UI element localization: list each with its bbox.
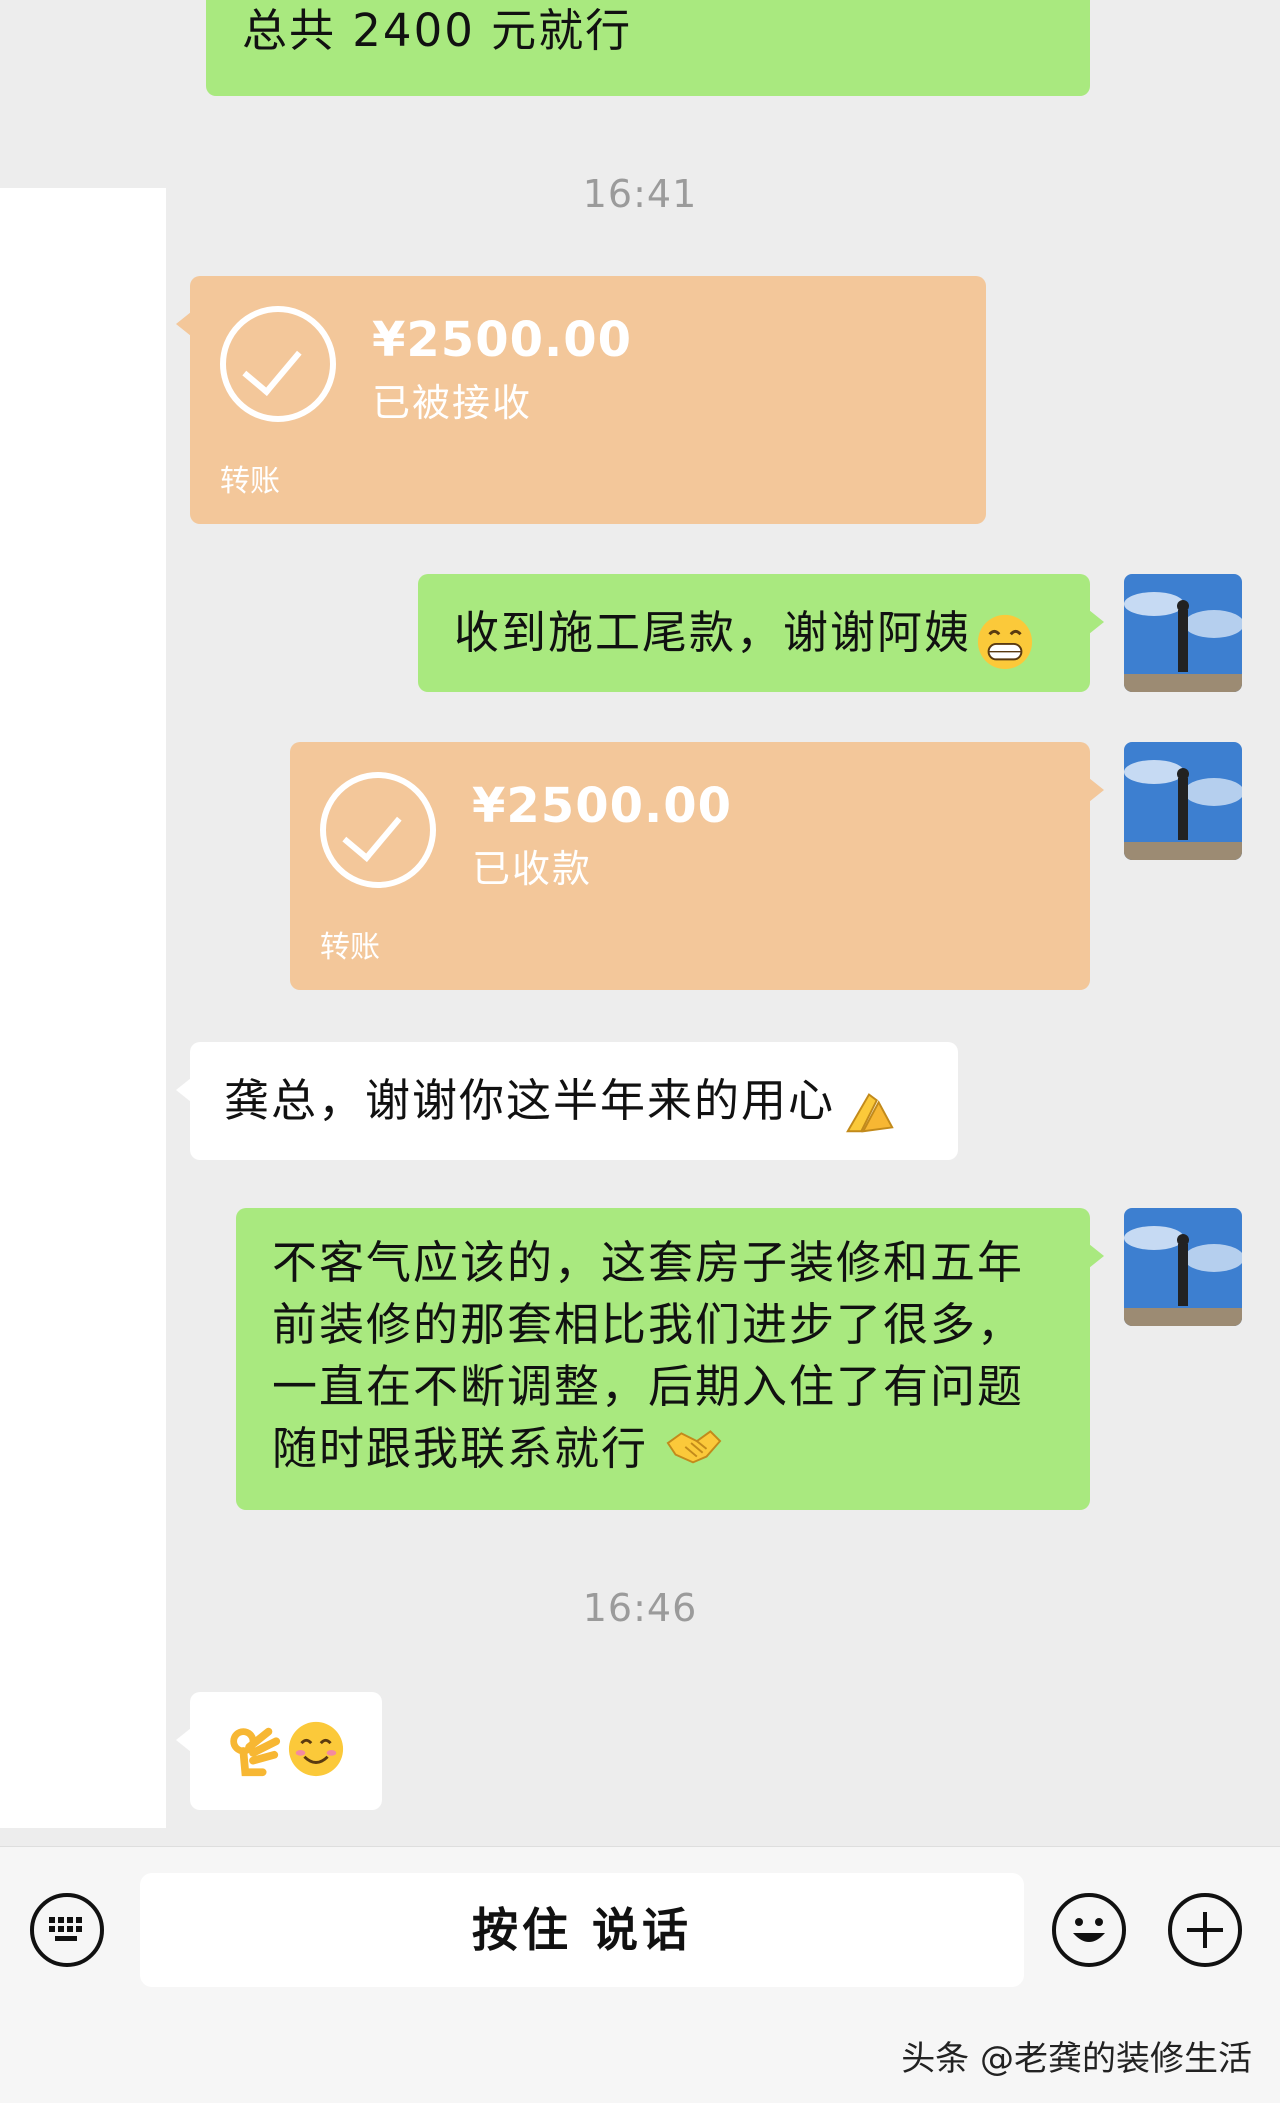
transfer-amount: ¥2500.00 — [372, 312, 633, 368]
handshake-emoji-icon — [664, 1419, 722, 1485]
transfer-label: 转账 — [320, 930, 380, 965]
avatar[interactable] — [1124, 1208, 1242, 1326]
check-circle-icon — [320, 772, 436, 888]
message-text: 收到施工尾款，谢谢阿姨 — [454, 606, 972, 659]
add-plus-icon[interactable] — [1168, 1893, 1242, 1967]
emoji-face-icon[interactable] — [1052, 1893, 1126, 1967]
transfer-status: 已收款 — [472, 847, 593, 891]
message-text: 总共 2400 元就行 — [242, 4, 633, 57]
transfer-status: 已被接收 — [372, 381, 533, 425]
ok-hand-emoji-icon — [224, 1720, 282, 1782]
message-bubble-received[interactable]: 龚总，谢谢你这半年来的用心 — [176, 1042, 958, 1160]
timestamp: 16:41 — [582, 172, 698, 216]
message-bubble-received[interactable] — [176, 1692, 382, 1810]
keyboard-icon[interactable] — [30, 1893, 104, 1967]
smile-emoji-icon — [287, 1720, 345, 1782]
input-bar: 按住 说话 头条 @老龚的装修生活 — [0, 1846, 1280, 2103]
grin-emoji-icon — [976, 613, 1034, 675]
left-panel-strip — [0, 188, 166, 1828]
transfer-label: 转账 — [220, 464, 280, 499]
message-bubble-sent[interactable]: 不客气应该的，这套房子装修和五年前装修的那套相比我们进步了很多，一直在不断调整，… — [236, 1208, 1104, 1510]
transfer-card-received[interactable]: ¥2500.00 已被接收 转账 — [176, 276, 986, 524]
message-bubble-sent[interactable]: 收到施工尾款，谢谢阿姨 — [418, 574, 1104, 692]
message-text: 不客气应该的，这套房子装修和五年前装修的那套相比我们进步了很多，一直在不断调整，… — [272, 1236, 1025, 1475]
message-text: 龚总，谢谢你这半年来的用心 — [224, 1074, 836, 1127]
message-bubble-sent[interactable]: 总共 2400 元就行 — [206, 0, 1090, 96]
pray-hands-emoji-icon — [840, 1081, 898, 1143]
transfer-card-sent[interactable]: ¥2500.00 已收款 转账 — [290, 742, 1104, 990]
avatar[interactable] — [1124, 574, 1242, 692]
transfer-amount: ¥2500.00 — [472, 778, 733, 834]
check-circle-icon — [220, 306, 336, 422]
timestamp: 16:46 — [582, 1586, 698, 1630]
hold-to-talk-button[interactable]: 按住 说话 — [140, 1873, 1024, 1987]
avatar[interactable] — [1124, 742, 1242, 860]
watermark: 头条 @老龚的装修生活 — [901, 2039, 1252, 2079]
